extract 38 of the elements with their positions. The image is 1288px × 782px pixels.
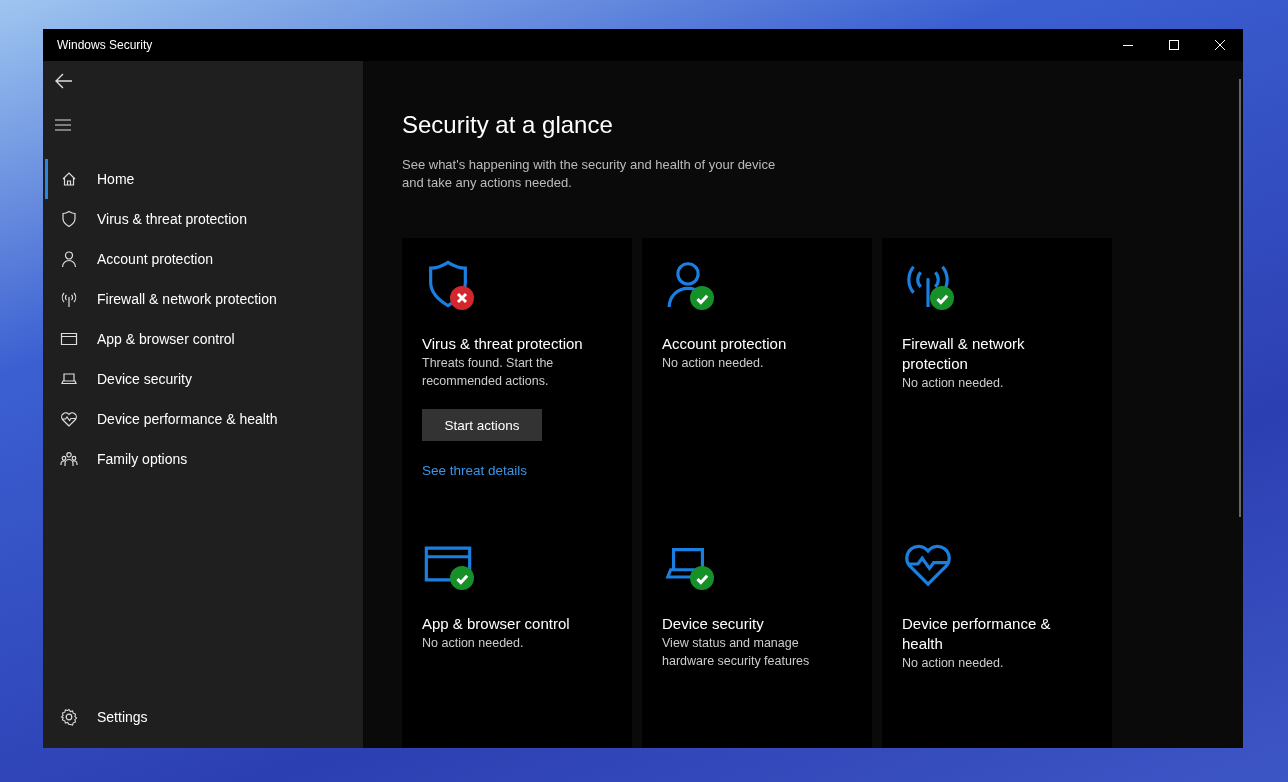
person-icon — [60, 250, 78, 268]
card-title: Firewall & network protection — [902, 334, 1026, 374]
card-title: Device security — [662, 614, 764, 634]
sidebar-item[interactable]: Device performance & health — [45, 399, 363, 439]
sidebar-item[interactable]: App & browser control — [45, 319, 363, 359]
card-description: Threats found. Start the recommended actions. — [422, 355, 555, 390]
close-icon[interactable] — [1214, 39, 1226, 51]
card-title: Account protection — [662, 334, 787, 354]
card-description: View status and manage hardware security features — [662, 635, 811, 670]
window-title: Windows Security — [57, 38, 153, 52]
card-description: No action needed. — [902, 375, 1004, 392]
antenna-icon — [60, 290, 78, 308]
sidebar-item[interactable]: Device security — [45, 359, 363, 399]
scrollbar[interactable] — [1239, 79, 1241, 517]
sidebar-item[interactable]: Firewall & network protection — [45, 279, 363, 319]
sidebar-item[interactable]: Family options — [45, 439, 363, 479]
threat-details-link[interactable]: See threat details — [422, 463, 528, 478]
card-description: No action needed. — [422, 635, 524, 652]
family-icon — [60, 450, 78, 468]
home-icon — [60, 170, 78, 188]
back-arrow-icon[interactable] — [55, 73, 73, 89]
shield-icon — [60, 210, 78, 228]
settings-item[interactable]: Settings — [48, 702, 363, 732]
menu-icon[interactable] — [55, 119, 71, 131]
page-subtitle: See what's happening with the security and health of your device and take any actions needed. — [402, 156, 777, 192]
sidebar-item[interactable]: Virus & threat protection — [45, 199, 363, 239]
page-title: Security at a glance — [402, 111, 614, 139]
card-description: No action needed. — [902, 655, 1004, 672]
sidebar-item[interactable]: Account protection — [45, 239, 363, 279]
start-actions-button[interactable]: Start actions — [422, 409, 542, 441]
maximize-icon[interactable] — [1168, 39, 1180, 51]
card-title: App & browser control — [422, 614, 570, 634]
card-title: Device performance & health — [902, 614, 1052, 654]
heart-pulse-icon — [60, 410, 78, 428]
card-description: No action needed. — [662, 355, 764, 372]
settings-icon — [60, 708, 78, 726]
browser-window-icon — [60, 330, 78, 348]
card-title: Virus & threat protection — [422, 334, 583, 354]
